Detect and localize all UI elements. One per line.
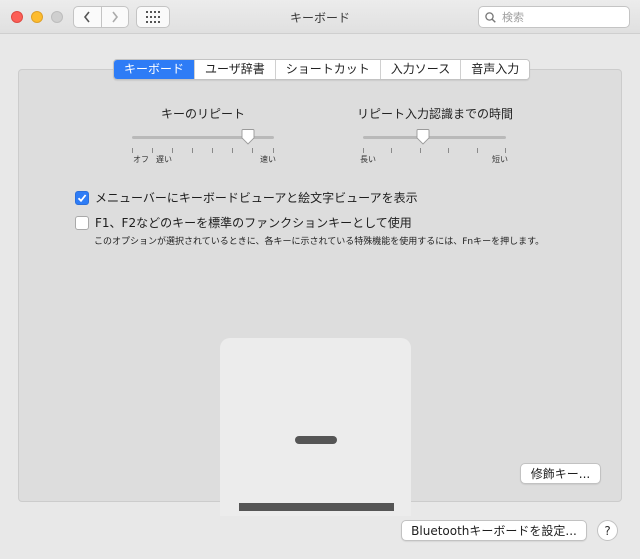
key-repeat-label-slow: 遅い xyxy=(156,155,172,164)
repeat-delay-title: リピート入力認識までの時間 xyxy=(356,107,513,121)
fn-keys-checkbox[interactable] xyxy=(75,215,89,230)
search-icon xyxy=(485,11,496,23)
tab-shortcuts[interactable]: ショートカット xyxy=(274,60,380,79)
keyboard-base xyxy=(239,503,394,511)
key-repeat-ticks xyxy=(132,148,274,154)
repeat-delay-label-long: 長い xyxy=(360,155,376,164)
key-repeat-label-fast: 速い xyxy=(260,155,276,164)
search-field[interactable] xyxy=(478,6,630,28)
show-viewer-checkbox[interactable] xyxy=(75,190,89,205)
show-viewer-option[interactable]: メニューバーにキーボードビューアと絵文字ビューアを表示 xyxy=(75,189,418,206)
repeat-delay-track[interactable] xyxy=(363,136,506,139)
setup-bluetooth-keyboard-button[interactable]: Bluetoothキーボードを設定... xyxy=(401,520,587,541)
key-repeat-label-off: オフ xyxy=(133,155,149,164)
key-repeat-title: キーのリピート xyxy=(160,107,245,121)
tab-dictation[interactable]: 音声入力 xyxy=(460,60,530,79)
repeat-delay-label-short: 短い xyxy=(492,155,508,164)
tab-user-dictionary[interactable]: ユーザ辞書 xyxy=(194,60,275,79)
repeat-delay-slider-thumb[interactable] xyxy=(416,129,430,145)
fn-keys-note: このオプションが選択されているときに、各キーに示されている特殊機能を使用するには… xyxy=(94,237,545,247)
repeat-delay-ticks xyxy=(363,148,506,154)
keyboard-key-bar xyxy=(295,436,337,444)
fn-keys-label: F1、F2などのキーを標準のファンクションキーとして使用 xyxy=(95,216,412,230)
tab-bar: キーボード ユーザ辞書 ショートカット 入力ソース 音声入力 xyxy=(113,59,531,80)
keyboard-illustration xyxy=(220,338,411,516)
fn-keys-option[interactable]: F1、F2などのキーを標準のファンクションキーとして使用 xyxy=(75,214,412,231)
checkmark-icon xyxy=(77,193,87,202)
repeat-delay-slider-group: リピート入力認識までの時間 xyxy=(350,105,520,122)
title-bar: キーボード xyxy=(0,0,640,34)
tab-keyboard[interactable]: キーボード xyxy=(114,60,195,79)
show-viewer-label: メニューバーにキーボードビューアと絵文字ビューアを表示 xyxy=(95,191,418,205)
search-input[interactable] xyxy=(500,9,620,25)
tab-input-sources[interactable]: 入力ソース xyxy=(379,60,461,79)
key-repeat-slider-group: キーのリピート xyxy=(130,105,276,122)
modifier-keys-button[interactable]: 修飾キー... xyxy=(520,463,601,484)
key-repeat-slider-thumb[interactable] xyxy=(241,129,255,145)
help-button[interactable]: ? xyxy=(597,520,618,541)
